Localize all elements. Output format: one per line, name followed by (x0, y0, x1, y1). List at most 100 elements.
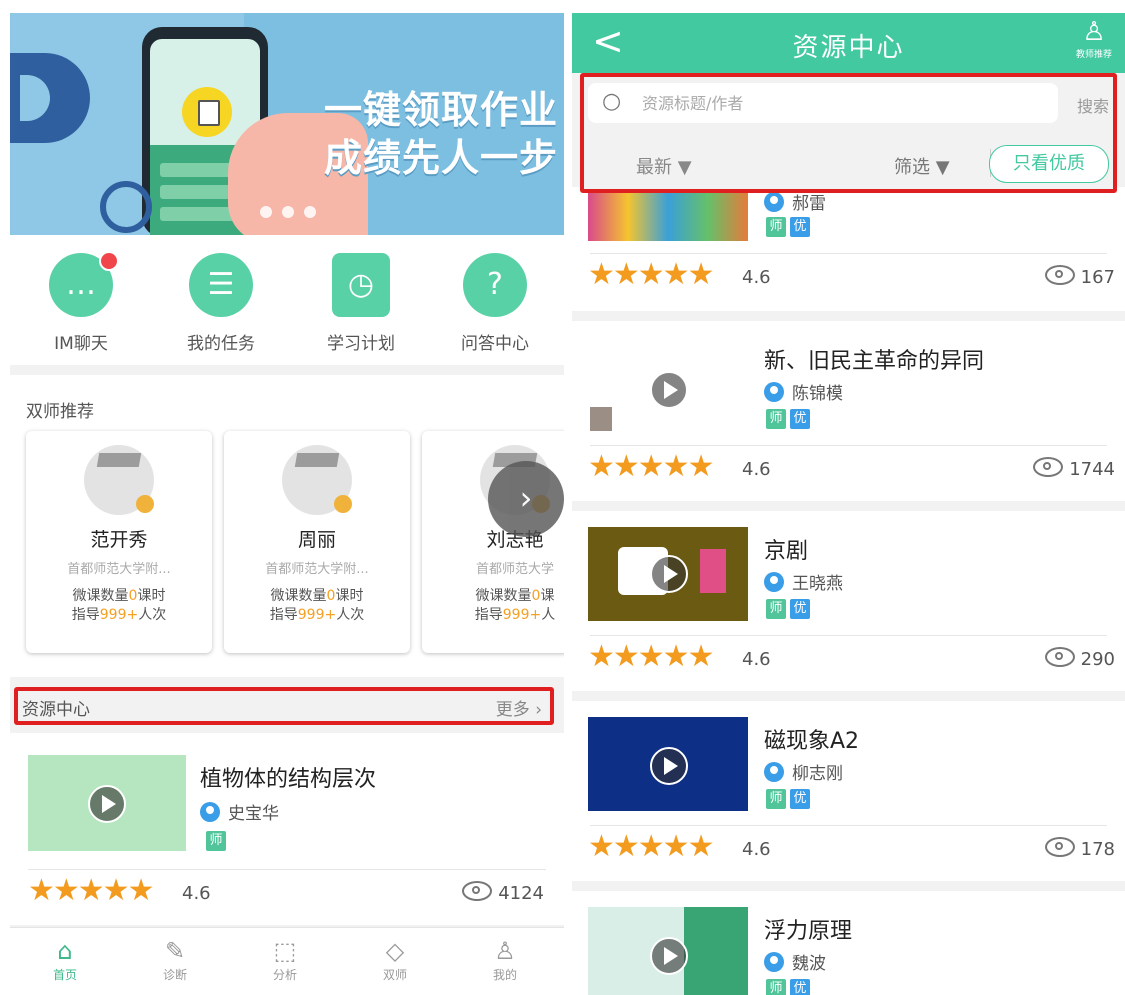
tab-profile[interactable]: ♙ 我的 (450, 936, 560, 983)
rating-score: 4.6 (742, 649, 771, 670)
resource-item[interactable]: 郝雷 师 优 ★★★★★ 4.6 167 (572, 187, 1125, 311)
quality-tag: 优 (790, 409, 810, 429)
teacher-tag: 师 (206, 831, 226, 851)
search-input[interactable] (640, 89, 1044, 117)
resource-item[interactable]: 京剧 王晓燕 师 优 ★★★★★ 4.6 290 (572, 511, 1125, 691)
resource-author: 王晓燕 (764, 569, 843, 594)
resource-item[interactable]: 浮力原理 魏波 师 优 (572, 891, 1125, 995)
rating-score: 4.6 (182, 883, 211, 904)
play-icon (650, 555, 688, 593)
filter-button[interactable]: 筛选 ▼ (894, 153, 950, 179)
resource-center-label: 资源中心 (22, 700, 90, 720)
star-rating: ★★★★★ (28, 873, 154, 908)
quick-label: 学习计划 (327, 334, 395, 354)
eye-icon (1044, 647, 1075, 667)
teacher-card[interactable]: 周丽 首都师范大学附... 微课数量0课时 指导999+人次 (224, 431, 410, 653)
tab-home[interactable]: ⌂ 首页 (10, 936, 120, 983)
rating-score: 4.6 (742, 839, 771, 860)
quick-label: IM聊天 (54, 334, 108, 354)
tab-dual-teacher[interactable]: ◇ 双师 (340, 936, 450, 983)
star-rating: ★★★★★ (588, 639, 714, 674)
rating-score: 4.6 (742, 267, 771, 288)
document-icon (182, 87, 232, 137)
eye-icon (1044, 265, 1075, 285)
resource-center-header[interactable]: 资源中心 更多 › (14, 687, 554, 725)
quality-tag: 优 (790, 979, 810, 995)
unread-dot (99, 251, 119, 271)
teacher-avatar-icon (282, 445, 352, 515)
resource-thumbnail (588, 527, 748, 621)
star-rating: ★★★★★ (588, 829, 714, 864)
sort-dropdown[interactable]: 最新 ▼ (636, 153, 692, 179)
teacher-school: 首都师范大学 (475, 562, 554, 577)
top-bar: < 资源中心 ♙ 教师推荐 (572, 13, 1125, 73)
resource-item[interactable]: 新、旧民主革命的异同 陈锦模 师 优 ★★★★★ 4.6 1744 (572, 321, 1125, 501)
resource-author: 魏波 (764, 949, 826, 974)
resource-author: 柳志刚 (764, 759, 843, 784)
user-icon (764, 192, 784, 212)
promo-banner[interactable]: 一键领取作业 成绩先人一步 (10, 13, 564, 235)
carousel-dots[interactable] (260, 203, 326, 222)
teacher-name: 范开秀 (90, 529, 148, 551)
resource-author: 陈锦模 (764, 379, 843, 404)
quick-my-tasks[interactable]: ☰ 我的任务 (166, 253, 276, 354)
star-rating: ★★★★★ (588, 449, 714, 484)
quality-tag: 优 (790, 599, 810, 619)
teacher-stats: 微课数量0课时 指导999+人次 (269, 588, 365, 623)
resource-title: 磁现象A2 (764, 729, 860, 754)
user-icon (764, 762, 784, 782)
resource-item[interactable]: 植物体的结构层次 史宝华 师 ★★★★★ 4.6 4124 (10, 733, 564, 925)
quick-study-plan[interactable]: ◷ 学习计划 (306, 253, 416, 354)
tab-analysis[interactable]: ⬚ 分析 (230, 936, 340, 983)
view-count: 167 (1044, 265, 1115, 288)
study-plan-icon: ◷ (332, 253, 390, 317)
home-screen: 一键领取作业 成绩先人一步 … IM聊天 ☰ 我的任务 ◷ 学习计划 ? 问答中… (10, 13, 564, 995)
quick-qa-center[interactable]: ? 问答中心 (440, 253, 550, 354)
eye-icon (462, 881, 493, 901)
rating-score: 4.6 (742, 459, 771, 480)
view-count: 1744 (1033, 457, 1115, 480)
scissors-illustration (100, 181, 152, 233)
resource-title: 浮力原理 (764, 919, 853, 944)
teacher-tag: 师 (766, 979, 786, 995)
user-icon (764, 952, 784, 972)
play-icon (88, 785, 126, 823)
teacher-name: 周丽 (297, 529, 336, 551)
teacher-card[interactable]: 范开秀 首都师范大学附... 微课数量0课时 指导999+人次 (26, 431, 212, 653)
quick-im-chat[interactable]: … IM聊天 (26, 251, 136, 354)
page-title: 资源中心 (792, 33, 905, 63)
question-icon: ? (463, 253, 527, 317)
quick-label: 我的任务 (187, 334, 255, 354)
user-icon (200, 802, 220, 822)
next-arrow-icon[interactable]: › (488, 461, 564, 537)
eye-icon (1044, 837, 1075, 857)
search-bar[interactable]: ○ (588, 83, 1058, 123)
quick-actions: … IM聊天 ☰ 我的任务 ◷ 学习计划 ? 问答中心 (10, 235, 564, 365)
task-list-icon: ☰ (189, 253, 253, 317)
view-count: 178 (1044, 837, 1115, 860)
home-icon: ⌂ (57, 937, 73, 965)
tab-diagnosis[interactable]: ✎ 诊断 (120, 936, 230, 983)
quality-only-toggle[interactable]: 只看优质 (989, 145, 1109, 183)
search-filter-area: ○ 搜索 最新 ▼ 筛选 ▼ 只看优质 (580, 73, 1117, 193)
resource-thumbnail (588, 341, 748, 435)
teacher-recommend-button[interactable]: ♙ 教师推荐 (1069, 17, 1119, 60)
teacher-school: 首都师范大学附... (265, 562, 369, 577)
more-link[interactable]: 更多 › (496, 695, 542, 720)
resource-item[interactable]: 磁现象A2 柳志刚 师 优 ★★★★★ 4.6 178 (572, 701, 1125, 881)
resource-thumbnail (588, 717, 748, 811)
star-rating: ★★★★★ (588, 257, 714, 292)
user-icon (764, 382, 784, 402)
bottom-tab-bar: ⌂ 首页 ✎ 诊断 ⬚ 分析 ◇ 双师 ♙ 我的 (10, 927, 564, 995)
quality-tag: 优 (790, 789, 810, 809)
chat-icon: … (49, 251, 119, 317)
search-button[interactable]: 搜索 (1077, 93, 1109, 117)
resource-thumbnail (588, 187, 748, 241)
banner-line-2: 成绩先人一步 (323, 136, 558, 180)
resource-thumbnail (588, 907, 748, 995)
filter-icon: ▼ (935, 157, 950, 178)
section-title: 双师推荐 (26, 402, 94, 422)
teacher-stats: 微课数量0课 指导999+人 (474, 588, 556, 623)
play-icon (650, 747, 688, 785)
diagnosis-icon: ✎ (164, 937, 186, 965)
